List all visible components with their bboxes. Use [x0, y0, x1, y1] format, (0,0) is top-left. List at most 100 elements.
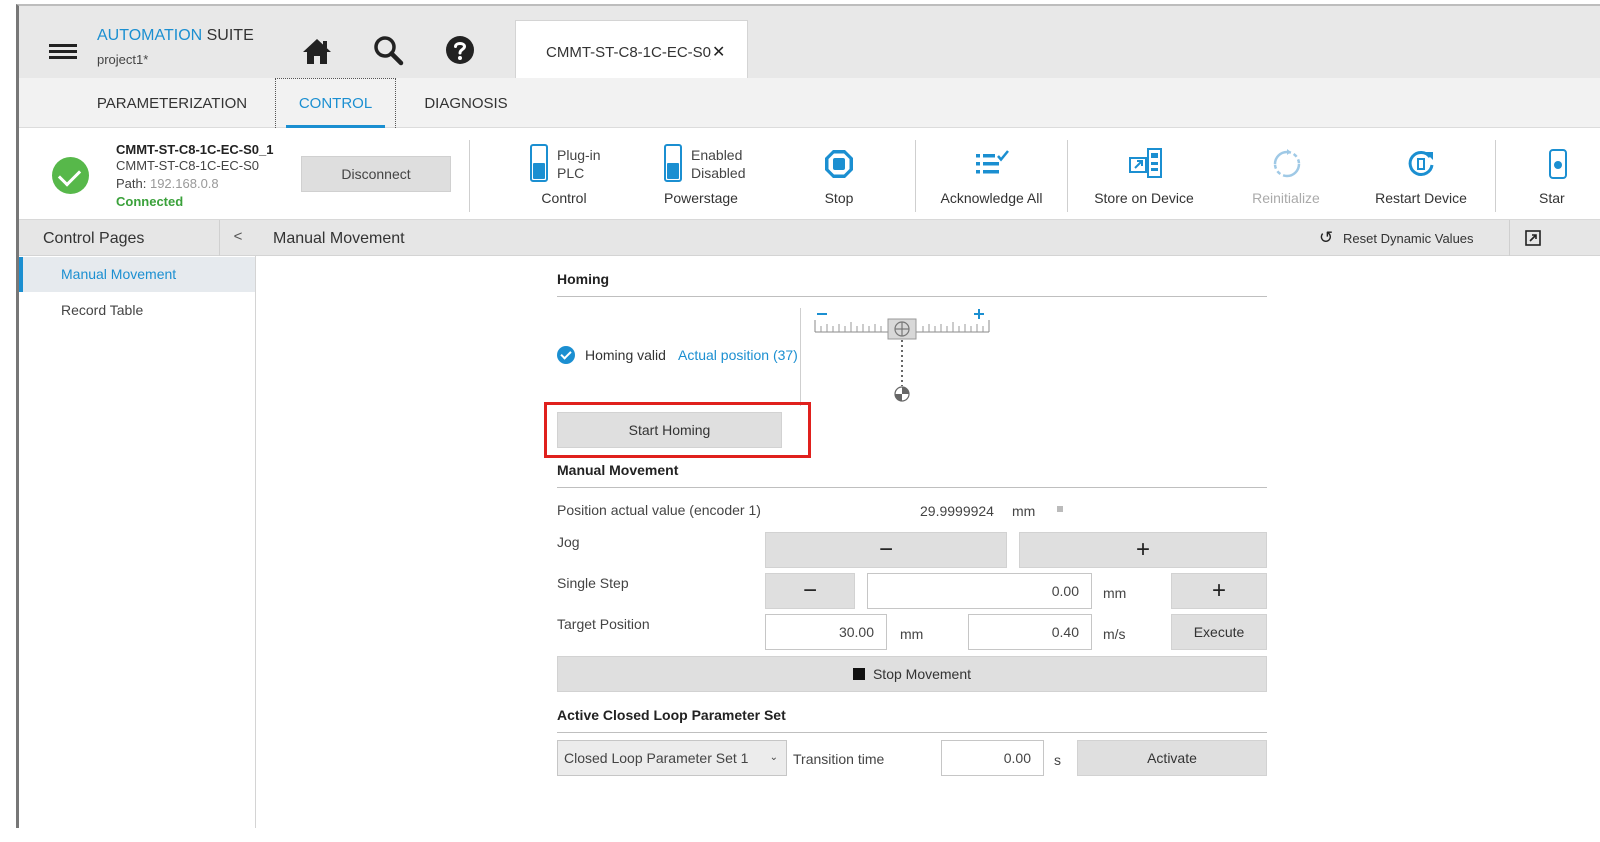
popout-button[interactable]: [1509, 220, 1556, 256]
velocity-input[interactable]: 0.40: [968, 614, 1092, 650]
document-tab[interactable]: CMMT-ST-C8-1C-EC-S0_1 ✕: [515, 20, 748, 78]
stop-label: Stop: [824, 190, 854, 206]
store-on-device-label: Store on Device: [1094, 190, 1194, 206]
transition-time-unit: s: [1054, 752, 1061, 768]
reset-icon: ↺: [1319, 228, 1334, 247]
homing-scale-graphic: [814, 309, 990, 402]
control-toggle-icon: [530, 144, 548, 182]
reinitialize-button[interactable]: Reinitialize: [1241, 128, 1331, 218]
manual-movement-section-title: Manual Movement: [557, 462, 679, 478]
app-window: AUTOMATION SUITE project1* CMMT-ST-C8-1C…: [16, 4, 1600, 828]
restart-icon: [1408, 150, 1434, 176]
popout-icon: [1525, 230, 1541, 246]
powerstage-toggle[interactable]: Enabled Disabled Powerstage: [651, 128, 751, 218]
tab-diagnosis[interactable]: DIAGNOSIS: [411, 78, 521, 128]
toolbar-divider: [1067, 140, 1068, 212]
start-button[interactable]: Star: [1529, 128, 1589, 218]
start-icon: [1549, 149, 1567, 179]
tab-parameterization[interactable]: PARAMETERIZATION: [79, 78, 265, 128]
jog-minus-button[interactable]: −: [765, 532, 1007, 568]
sidebar-item-record-table[interactable]: Record Table: [19, 293, 255, 328]
powerstage-toggle-icon: [664, 144, 682, 182]
store-on-device-button[interactable]: Store on Device: [1089, 128, 1199, 218]
homing-valid-check-icon: [557, 346, 575, 364]
device-model: CMMT-ST-C8-1C-EC-S0: [116, 158, 260, 173]
start-homing-button[interactable]: Start Homing: [557, 412, 782, 448]
control-line2: PLC: [557, 165, 585, 181]
homing-divider: [800, 308, 801, 406]
jog-label: Jog: [557, 534, 580, 550]
device-path: Path: 192.168.0.8: [116, 176, 219, 191]
toolbar-divider: [1495, 140, 1496, 212]
target-position-input[interactable]: 30.00: [765, 614, 887, 650]
toolbar-divider: [915, 140, 916, 212]
homing-section-title: Homing: [557, 271, 610, 287]
closed-loop-section-title: Active Closed Loop Parameter Set: [557, 707, 786, 723]
connected-check-icon: [52, 157, 89, 194]
powerstage-toggle-text: Enabled Disabled: [691, 146, 745, 182]
app-title: AUTOMATION SUITE: [97, 27, 254, 45]
target-position-label: Target Position: [557, 616, 650, 632]
toolbar-divider: [469, 140, 470, 212]
project-name: project1*: [97, 52, 149, 67]
control-pages-header: Control Pages <: [19, 220, 256, 256]
stop-movement-button[interactable]: Stop Movement: [557, 656, 1267, 692]
activate-button[interactable]: Activate: [1077, 740, 1267, 776]
sidebar-item-manual-movement[interactable]: Manual Movement: [19, 257, 255, 292]
restart-device-button[interactable]: Restart Device: [1371, 128, 1471, 218]
single-step-label: Single Step: [557, 575, 629, 591]
device-path-label: Path:: [116, 176, 150, 191]
transition-time-input[interactable]: 0.00: [941, 740, 1044, 776]
app-title-rest: SUITE: [202, 27, 254, 44]
jog-plus-button[interactable]: +: [1019, 532, 1267, 568]
sidebar: Manual Movement Record Table: [19, 256, 256, 828]
single-step-unit: mm: [1103, 585, 1127, 601]
velocity-unit: m/s: [1103, 626, 1126, 642]
home-icon[interactable]: [300, 34, 334, 68]
stop-icon: [825, 150, 853, 178]
search-icon[interactable]: [371, 34, 405, 68]
position-actual-label: Position actual value (encoder 1): [557, 502, 761, 518]
encoder-indicator-icon: [1057, 506, 1063, 512]
acknowledge-all-label: Acknowledge All: [940, 190, 1043, 206]
control-toggle[interactable]: Plug-in PLC Control: [519, 128, 609, 218]
actual-position-link[interactable]: Actual position (37): [678, 347, 798, 363]
reinitialize-label: Reinitialize: [1252, 190, 1320, 206]
stop-movement-label: Stop Movement: [872, 666, 972, 682]
homing-valid-label: Homing valid: [585, 347, 666, 363]
help-icon[interactable]: [443, 34, 477, 68]
powerstage-label: Powerstage: [664, 190, 738, 206]
tab-control[interactable]: CONTROL: [275, 78, 396, 128]
reset-dynamic-values-label: Reset Dynamic Values: [1343, 231, 1474, 246]
disconnect-button[interactable]: Disconnect: [301, 156, 451, 192]
acknowledge-all-button[interactable]: Acknowledge All: [929, 128, 1054, 218]
parameter-set-selected: Closed Loop Parameter Set 1: [564, 750, 749, 766]
powerstage-line1: Enabled: [691, 147, 743, 163]
start-label: Star: [1539, 190, 1565, 206]
stop-button[interactable]: Stop: [809, 128, 869, 218]
document-tab-label: CMMT-ST-C8-1C-EC-S0_1: [546, 44, 711, 61]
section-divider: [557, 296, 1267, 297]
top-bar: AUTOMATION SUITE project1* CMMT-ST-C8-1C…: [19, 6, 1600, 78]
page-title: Manual Movement: [273, 230, 405, 247]
control-pages-title: Control Pages: [43, 230, 145, 247]
close-icon[interactable]: ✕: [712, 42, 725, 62]
single-step-input[interactable]: 0.00: [867, 573, 1092, 609]
transition-time-label: Transition time: [793, 751, 885, 767]
app-title-accent: AUTOMATION: [97, 27, 203, 44]
parameter-set-select[interactable]: Closed Loop Parameter Set 1 ⌄: [557, 740, 787, 776]
restart-device-label: Restart Device: [1375, 190, 1467, 206]
reset-dynamic-values-button[interactable]: ↺ Reset Dynamic Values: [1319, 220, 1474, 256]
single-step-minus-button[interactable]: −: [765, 573, 855, 609]
device-path-value: 192.168.0.8: [149, 176, 219, 191]
powerstage-line2: Disabled: [691, 165, 746, 181]
chevron-down-icon: ⌄: [769, 752, 778, 763]
execute-button[interactable]: Execute: [1171, 614, 1267, 650]
single-step-plus-button[interactable]: +: [1171, 573, 1267, 609]
position-unit: mm: [1012, 503, 1036, 519]
collapse-icon[interactable]: <: [219, 220, 256, 256]
store-device-icon: [1129, 148, 1162, 178]
control-label: Control: [541, 190, 587, 206]
control-toggle-text: Plug-in PLC: [557, 146, 601, 182]
hamburger-menu-icon[interactable]: [49, 44, 79, 62]
